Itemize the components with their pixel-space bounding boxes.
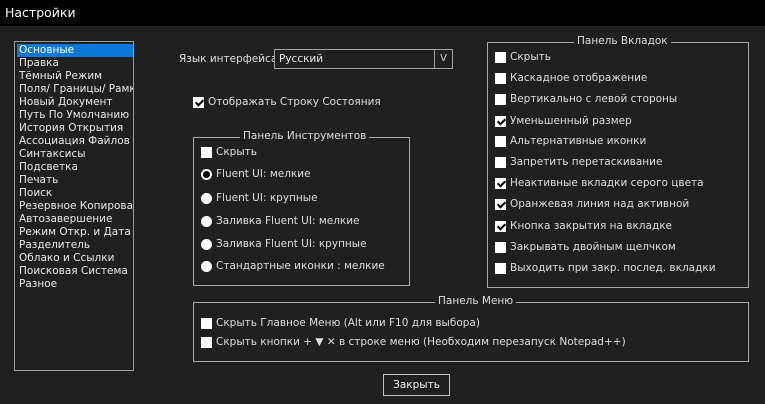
checkbox-box[interactable] — [495, 242, 506, 253]
checkbox-box[interactable] — [495, 52, 506, 63]
checkbox-box[interactable] — [201, 337, 212, 348]
checkbox-label: Вертикально с левой стороны — [510, 93, 678, 105]
radio-label: Fluent UI: мелкие — [216, 168, 311, 180]
category-item[interactable]: Путь По Умолчанию — [17, 109, 133, 122]
checkbox-box[interactable] — [495, 178, 506, 189]
category-item[interactable]: Ассоциация Файлов — [17, 135, 133, 148]
language-select[interactable]: Русский V — [274, 49, 453, 69]
tabbar-group-legend: Панель Вкладок — [574, 35, 671, 47]
chevron-down-icon[interactable]: V — [434, 50, 452, 68]
category-item[interactable]: Подсветка — [17, 161, 133, 174]
checkbox-label: Уменьшенный размер — [510, 115, 632, 127]
checkbox-box[interactable] — [495, 157, 506, 168]
checkbox-label: Кнопка закрытия на вкладке — [510, 220, 673, 232]
checkbox-box[interactable] — [193, 97, 204, 108]
category-item[interactable]: Печать — [17, 174, 133, 187]
radio-button[interactable] — [201, 216, 212, 227]
category-item[interactable]: Автозавершение — [17, 213, 133, 226]
radio-label: Стандартные иконки : мелкие — [216, 260, 385, 272]
category-item[interactable]: Основные — [17, 44, 133, 57]
checkbox-label: Альтернативные иконки — [510, 135, 647, 147]
category-item[interactable]: Облако и Ссылки — [17, 252, 133, 265]
category-item[interactable]: Резервное Копирование — [17, 200, 133, 213]
hide-main-menu-label: Скрыть Главное Меню (Alt или F10 для выб… — [216, 317, 480, 329]
radio-label: Заливка Fluent UI: крупные — [216, 238, 367, 250]
close-button[interactable]: Закрыть — [383, 374, 450, 396]
checkbox-box[interactable] — [495, 116, 506, 127]
menu-group: Панель Меню — [193, 295, 749, 362]
category-list[interactable]: Основные Правка Тёмный Режим Поля/ Границы/… — [14, 41, 134, 371]
category-item[interactable]: Правка — [17, 57, 133, 70]
checkbox-label: Закрывать двойным щелчком — [510, 241, 676, 253]
checkbox-box[interactable] — [201, 318, 212, 329]
category-item[interactable]: Разное — [17, 278, 133, 291]
radio-button[interactable] — [201, 193, 212, 204]
language-label: Язык интерфейса — [179, 53, 278, 65]
radio-label: Fluent UI: крупные — [216, 192, 318, 204]
language-value: Русский — [279, 53, 324, 65]
checkbox-label: Оранжевая линия над активной — [510, 198, 690, 210]
checkbox-label: Неактивные вкладки серого цвета — [510, 177, 704, 189]
checkbox-box[interactable] — [495, 73, 506, 84]
checkbox-label: Выходить при закр. послед. вкладки — [510, 262, 716, 274]
toolbar-group-legend: Панель Инструментов — [240, 130, 370, 142]
category-item[interactable]: Режим Откр. и Дата — [17, 226, 133, 239]
checkbox-box[interactable] — [201, 147, 212, 158]
category-item[interactable]: Поля/ Границы/ Рамки — [17, 83, 133, 96]
radio-button[interactable] — [201, 239, 212, 250]
checkbox-box[interactable] — [495, 263, 506, 274]
status-bar-label: Отображать Строку Состояния — [208, 96, 381, 108]
radio-button[interactable] — [201, 169, 212, 180]
radio-button[interactable] — [201, 261, 212, 272]
checkbox-box[interactable] — [495, 199, 506, 210]
checkbox-label: Скрыть — [510, 51, 551, 63]
window-title: Настройки — [5, 5, 76, 20]
category-item[interactable]: Тёмный Режим — [17, 70, 133, 83]
category-item[interactable]: История Открытия — [17, 122, 133, 135]
menu-group-legend: Панель Меню — [435, 295, 517, 307]
hide-menu-buttons-label: Скрыть кнопки + ▼ ✕ в строке меню (Необх… — [216, 336, 626, 348]
category-item[interactable]: Поиск — [17, 187, 133, 200]
checkbox-box[interactable] — [495, 94, 506, 105]
toolbar-hide-label: Скрыть — [216, 146, 257, 158]
category-item[interactable]: Синтаксисы — [17, 148, 133, 161]
checkbox-box[interactable] — [495, 221, 506, 232]
title-bar: Настройки — [0, 0, 765, 26]
radio-label: Заливка Fluent UI: мелкие — [216, 215, 360, 227]
checkbox-box[interactable] — [495, 136, 506, 147]
category-item[interactable]: Разделитель — [17, 239, 133, 252]
checkbox-label: Каскадное отображение — [510, 72, 648, 84]
checkbox-label: Запретить перетаскивание — [510, 156, 663, 168]
category-item[interactable]: Новый Документ — [17, 96, 133, 109]
category-item[interactable]: Поисковая Система — [17, 265, 133, 278]
